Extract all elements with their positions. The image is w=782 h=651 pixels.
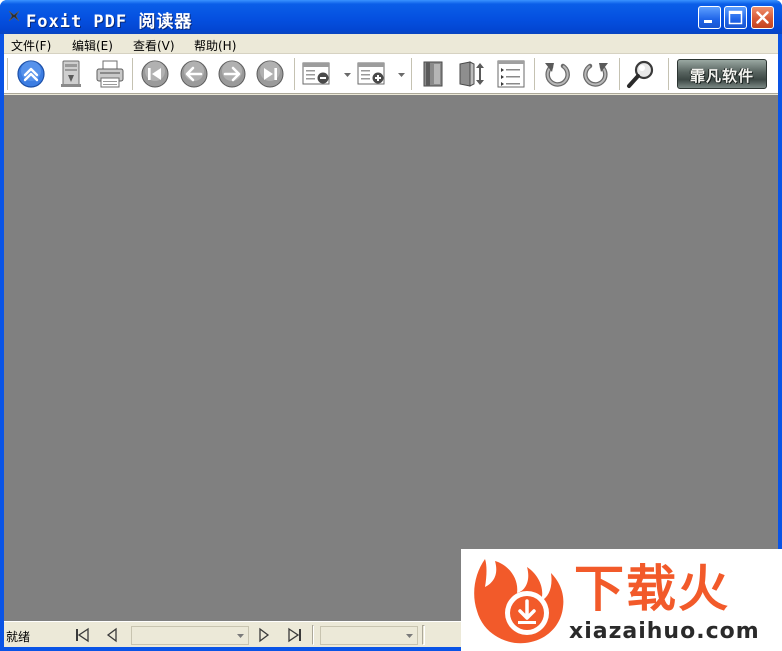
magnifier-icon <box>627 60 654 88</box>
rotate-left-icon <box>545 63 570 87</box>
fit-page-button[interactable] <box>456 58 488 90</box>
menu-file[interactable]: 文件(F) <box>11 37 51 54</box>
zoom-out-icon <box>302 62 330 85</box>
foxit-app-icon <box>7 9 21 23</box>
vendor-logo[interactable]: 霏凡软件 <box>677 59 767 89</box>
download-icon <box>61 60 81 87</box>
close-icon <box>756 11 769 24</box>
last-page-icon <box>256 60 284 88</box>
status-text: 就绪 <box>6 630 31 644</box>
status-last-page-icon[interactable] <box>287 627 303 643</box>
chevron-down-icon <box>237 634 244 638</box>
watermark: 下载火 xiazaihuo.com <box>461 549 782 651</box>
zoom-out-button[interactable] <box>300 58 332 90</box>
toolbar-separator <box>132 58 134 90</box>
status-divider <box>422 625 425 645</box>
window-title: Foxit PDF 阅读器 <box>26 12 193 32</box>
download-button[interactable] <box>55 58 87 90</box>
rotate-right-icon <box>583 63 608 87</box>
fit-page-icon <box>459 61 484 87</box>
bookmark-icon <box>423 61 443 87</box>
app-window: Foxit PDF 阅读器 文件(F) 编辑(E) 查看(V) 帮助(H) 霏凡… <box>0 0 782 651</box>
print-button[interactable] <box>94 58 126 90</box>
status-divider <box>312 625 314 645</box>
rotate-right-button[interactable] <box>580 58 612 90</box>
vendor-logo-text: 霏凡软件 <box>689 67 754 85</box>
magnifier-button[interactable] <box>625 58 657 90</box>
minimize-icon <box>704 20 712 23</box>
last-page-button[interactable] <box>254 58 286 90</box>
zoom-combo[interactable] <box>320 626 418 645</box>
watermark-url: xiazaihuo.com <box>569 619 760 644</box>
first-page-icon <box>141 60 169 88</box>
toolbar-separator <box>619 58 621 90</box>
menu-view[interactable]: 查看(V) <box>133 37 175 54</box>
status-first-page-icon[interactable] <box>74 627 90 643</box>
chevron-down-icon <box>406 634 413 638</box>
thumbnails-button[interactable] <box>495 58 527 90</box>
document-view[interactable] <box>4 95 778 621</box>
next-page-button[interactable] <box>216 58 248 90</box>
rotate-left-button[interactable] <box>541 58 573 90</box>
toolbar-grip <box>7 58 9 90</box>
previous-page-button[interactable] <box>178 58 210 90</box>
flame-logo-icon <box>474 559 564 644</box>
toolbar-separator <box>411 58 413 90</box>
thumbnails-icon <box>497 60 525 88</box>
zoom-in-dropdown-icon[interactable] <box>397 72 406 78</box>
page-number-combo[interactable] <box>131 626 249 645</box>
bookmark-button[interactable] <box>417 58 449 90</box>
maximize-icon <box>728 10 743 25</box>
status-next-page-icon[interactable] <box>256 627 272 643</box>
maximize-button[interactable] <box>724 6 747 29</box>
print-icon <box>96 60 124 88</box>
previous-page-icon <box>180 60 208 88</box>
toolbar-separator <box>294 58 296 90</box>
menu-edit[interactable]: 编辑(E) <box>72 37 113 54</box>
title-bar[interactable]: Foxit PDF 阅读器 <box>0 0 782 34</box>
menu-help[interactable]: 帮助(H) <box>194 37 236 54</box>
menu-bar: 文件(F) 编辑(E) 查看(V) 帮助(H) <box>4 34 778 54</box>
up-button[interactable] <box>15 58 47 90</box>
watermark-brand: 下载火 <box>574 560 730 618</box>
next-page-icon <box>218 60 246 88</box>
up-icon <box>17 60 45 88</box>
first-page-button[interactable] <box>139 58 171 90</box>
close-button[interactable] <box>751 6 774 29</box>
status-previous-page-icon[interactable] <box>104 627 120 643</box>
zoom-in-icon <box>357 62 385 85</box>
toolbar-separator <box>534 58 536 90</box>
zoom-out-dropdown-icon[interactable] <box>343 72 352 78</box>
minimize-button[interactable] <box>698 6 721 29</box>
zoom-in-button[interactable] <box>355 58 387 90</box>
toolbar: 霏凡软件 <box>4 54 778 94</box>
toolbar-separator <box>668 58 670 90</box>
